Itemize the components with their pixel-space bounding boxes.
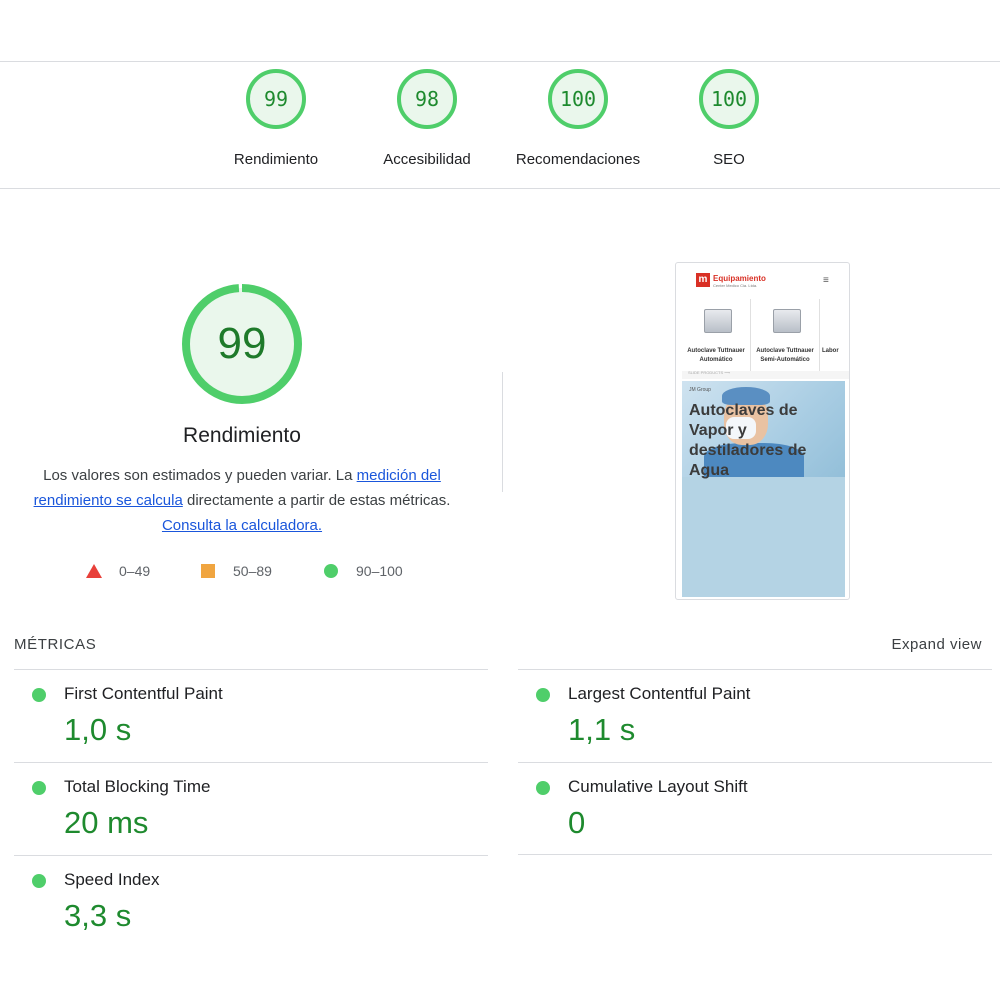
metric-name: First Contentful Paint: [64, 684, 223, 703]
metric-tbt: Total Blocking Time 20 ms: [14, 763, 474, 856]
metric-speed-index: Speed Index 3,3 s: [14, 856, 474, 949]
metric-name: Speed Index: [64, 870, 160, 889]
metric-value: 3,3 s: [64, 898, 132, 933]
metric-name: Total Blocking Time: [64, 777, 211, 796]
score-legend: 0–49 50–89 90–100: [0, 563, 500, 587]
legend-average: 50–89: [201, 563, 272, 579]
score-ring: 100: [548, 69, 608, 129]
carousel-caption: SLIDE PRODUCTS ⟶: [688, 370, 730, 375]
score-ring: 100: [699, 69, 759, 129]
metric-value: 1,0 s: [64, 712, 132, 747]
divider: [0, 61, 1000, 62]
site-logo-text: Equipamiento: [713, 274, 766, 283]
divider: [0, 188, 1000, 189]
metric-name: Cumulative Layout Shift: [568, 777, 748, 796]
metric-lcp: Largest Contentful Paint 1,1 s: [518, 670, 978, 763]
score-value: 100: [559, 87, 597, 111]
gauge-best-practices[interactable]: 100 Recomendaciones: [498, 69, 658, 168]
metric-name: Largest Contentful Paint: [568, 684, 751, 703]
score-value: 99: [263, 87, 289, 111]
gauge-label: SEO: [713, 151, 745, 168]
expand-view-button[interactable]: Expand view: [891, 636, 982, 653]
hero-brand: JM Group: [689, 387, 711, 393]
product-label: Labor: [822, 348, 839, 354]
performance-score: 99: [217, 319, 267, 368]
metric-value: 1,1 s: [568, 712, 636, 747]
product-card: Autoclave Tuttnauer Semi-Automático: [751, 299, 820, 371]
final-screenshot[interactable]: m Equipamiento Center Medico Cia. Ltda. …: [675, 262, 850, 600]
gauge-label: Rendimiento: [233, 151, 319, 168]
pass-circle-icon: [536, 781, 550, 795]
autoclave-image: [704, 309, 732, 333]
product-carousel: Autoclave Tuttnauer Automático Autoclave…: [682, 299, 849, 379]
hero-headline: Autoclaves de Vapor y destiladores de Ag…: [689, 402, 807, 479]
legend-label: 0–49: [119, 563, 151, 579]
site-logo-icon: m: [696, 273, 710, 287]
performance-description: Los valores son estimados y pueden varia…: [32, 463, 452, 538]
legend-pass: 90–100: [324, 563, 403, 579]
pass-circle-icon: [32, 688, 46, 702]
product-card: Autoclave Tuttnauer Automático: [682, 299, 751, 371]
divider: [502, 372, 503, 492]
product-card: Labor: [820, 299, 849, 371]
pass-circle-icon: [32, 874, 46, 888]
metric-cls: Cumulative Layout Shift 0: [518, 763, 978, 856]
circle-icon: [324, 564, 338, 578]
product-label: Autoclave Tuttnauer Semi-Automático: [756, 348, 814, 363]
product-label: Autoclave Tuttnauer Automático: [687, 348, 745, 363]
pass-circle-icon: [32, 781, 46, 795]
category-scores: 99 Rendimiento 98 Accesibilidad 100 Reco…: [0, 69, 1000, 179]
score-value: 98: [414, 87, 440, 111]
score-ring: 98: [397, 69, 457, 129]
description-text: directamente a partir de estas métricas.: [182, 492, 451, 509]
site-logo-subtitle: Center Medico Cia. Ltda.: [713, 283, 758, 288]
gauge-accessibility[interactable]: 98 Accesibilidad: [347, 69, 507, 168]
pass-circle-icon: [536, 688, 550, 702]
gauge-performance[interactable]: 99 Rendimiento: [196, 69, 356, 168]
calculator-link[interactable]: Consulta la calculadora.: [162, 517, 322, 534]
legend-label: 50–89: [233, 563, 272, 579]
legend-fail: 0–49: [86, 563, 150, 579]
menu-icon: ≡: [823, 275, 829, 286]
metrics-heading: MÉTRICAS: [14, 636, 97, 653]
score-value: 100: [710, 87, 748, 111]
legend-label: 90–100: [356, 563, 403, 579]
performance-gauge: 99: [182, 284, 302, 404]
triangle-icon: [86, 564, 102, 578]
score-ring: 99: [246, 69, 306, 129]
site-header: m Equipamiento Center Medico Cia. Ltda. …: [676, 263, 849, 297]
divider: [518, 854, 992, 855]
metric-value: 0: [568, 805, 586, 840]
gauge-label: Accesibilidad: [383, 151, 471, 168]
gauge-label: Recomendaciones: [515, 151, 641, 168]
autoclave-image: [773, 309, 801, 333]
gauge-seo[interactable]: 100 SEO: [649, 69, 809, 168]
metric-value: 20 ms: [64, 805, 149, 840]
performance-title: Rendimiento: [183, 424, 301, 447]
description-text: Los valores son estimados y pueden varia…: [43, 467, 357, 484]
metric-fcp: First Contentful Paint 1,0 s: [14, 670, 474, 763]
lighthouse-report: 99 Rendimiento 98 Accesibilidad 100 Reco…: [0, 0, 1000, 1000]
square-icon: [201, 564, 215, 578]
